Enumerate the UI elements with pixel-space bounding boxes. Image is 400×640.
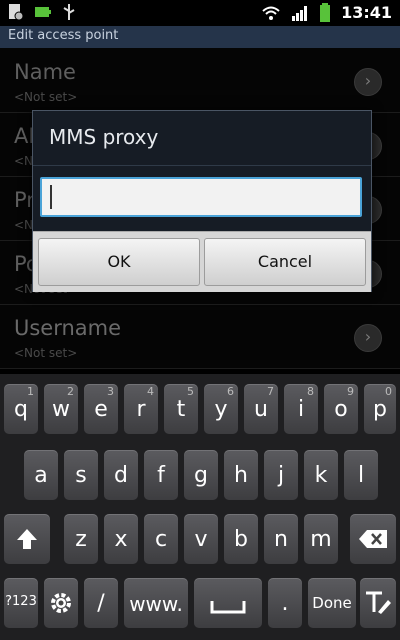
key-j[interactable]: j	[264, 450, 298, 500]
list-item-name[interactable]: Name <Not set> ›	[0, 48, 400, 113]
mms-proxy-field[interactable]	[40, 177, 362, 217]
key-g[interactable]: g	[184, 450, 218, 500]
key-h[interactable]: h	[224, 450, 258, 500]
key-i[interactable]: 8i	[284, 384, 318, 434]
key-f[interactable]: f	[144, 450, 178, 500]
text-mode-icon	[366, 591, 391, 614]
symbols-key[interactable]: ?123	[4, 578, 38, 628]
mms-proxy-input[interactable]	[48, 183, 352, 211]
status-bar: 13:41	[0, 0, 400, 26]
list-item-username[interactable]: Username <Not set> ›	[0, 304, 400, 369]
key-b[interactable]: b	[224, 514, 258, 564]
key-n[interactable]: n	[264, 514, 298, 564]
key-w[interactable]: 2w	[44, 384, 78, 434]
key-v[interactable]: v	[184, 514, 218, 564]
backspace-icon	[359, 530, 387, 548]
gear-icon	[51, 593, 71, 613]
backspace-key[interactable]	[350, 514, 396, 564]
key-t[interactable]: 5t	[164, 384, 198, 434]
key-k[interactable]: k	[304, 450, 338, 500]
page-title: Edit access point	[8, 28, 119, 43]
wifi-icon	[262, 6, 280, 20]
key-c[interactable]: c	[144, 514, 178, 564]
key-o[interactable]: 9o	[324, 384, 358, 434]
soft-keyboard: 1q 2w 3e 4r 5t 6y 7u 8i 9o 0p a s d f g …	[0, 374, 400, 640]
slash-key[interactable]: /	[84, 578, 118, 628]
chevron-right-icon: ›	[354, 68, 382, 96]
key-m[interactable]: m	[304, 514, 338, 564]
key-d[interactable]: d	[104, 450, 138, 500]
key-p[interactable]: 0p	[364, 384, 396, 434]
settings-doc-icon	[9, 4, 24, 21]
usb-icon	[63, 4, 75, 20]
list-item-label: Name	[14, 60, 76, 84]
space-key[interactable]	[194, 578, 262, 628]
space-bar-icon	[210, 601, 246, 614]
settings-key[interactable]	[44, 578, 78, 628]
key-q[interactable]: 1q	[4, 384, 38, 434]
key-z[interactable]: z	[64, 514, 98, 564]
chevron-right-icon: ›	[354, 324, 382, 352]
period-key[interactable]: .	[268, 578, 302, 628]
key-y[interactable]: 6y	[204, 384, 238, 434]
dialog-title: MMS proxy	[49, 125, 159, 149]
cancel-button[interactable]: Cancel	[204, 238, 366, 286]
list-item-label: Username	[14, 316, 122, 340]
title-bar: Edit access point	[0, 26, 400, 49]
key-x[interactable]: x	[104, 514, 138, 564]
ok-button[interactable]: OK	[38, 238, 200, 286]
done-key[interactable]: Done	[308, 578, 356, 628]
key-e[interactable]: 3e	[84, 384, 118, 434]
www-key[interactable]: www.	[124, 578, 188, 628]
key-u[interactable]: 7u	[244, 384, 278, 434]
battery-icon	[320, 3, 331, 22]
text-caret	[50, 185, 52, 209]
text-input-mode-key[interactable]	[360, 578, 396, 628]
key-a[interactable]: a	[24, 450, 58, 500]
clock: 13:41	[341, 3, 392, 22]
list-item-value: <Not set>	[14, 346, 78, 360]
shift-key[interactable]	[4, 514, 50, 564]
list-item-value: <Not set>	[14, 90, 78, 104]
key-s[interactable]: s	[64, 450, 98, 500]
dialog-divider	[33, 165, 371, 166]
dialog-button-bar: OK Cancel	[33, 231, 371, 292]
key-r[interactable]: 4r	[124, 384, 158, 434]
mms-proxy-dialog: MMS proxy OK Cancel	[32, 110, 372, 292]
signal-icon	[292, 6, 308, 21]
battery-full-icon	[35, 7, 51, 17]
key-l[interactable]: l	[344, 450, 378, 500]
shift-arrow-icon	[17, 529, 37, 549]
